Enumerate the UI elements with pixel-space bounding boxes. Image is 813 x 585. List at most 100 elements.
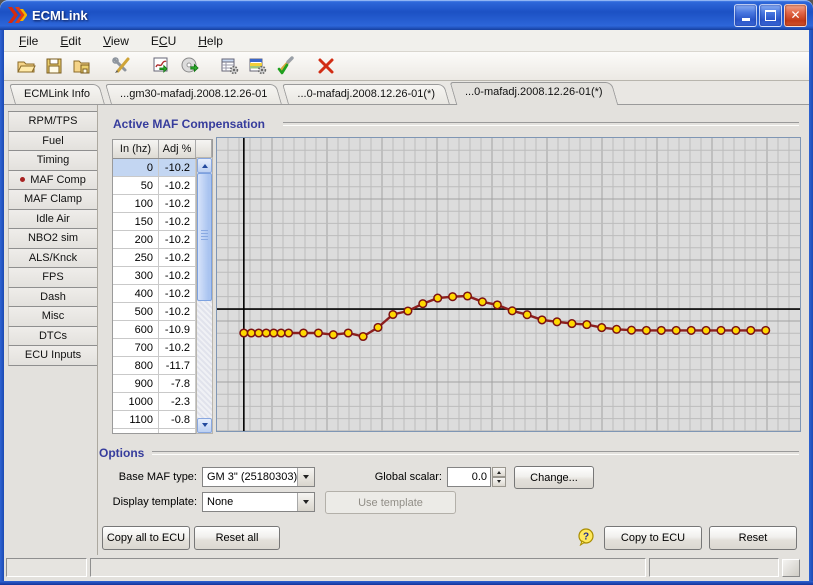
cell-in-hz[interactable]: 300 — [113, 267, 159, 284]
cell-adj[interactable]: -10.2 — [159, 231, 196, 248]
scroll-up-button[interactable] — [197, 158, 212, 173]
menu-view[interactable]: View — [92, 32, 140, 50]
sidebar-item-dash[interactable]: Dash — [8, 288, 97, 308]
base-maf-type-select[interactable]: GM 3" (25180303) — [202, 467, 315, 487]
base-maf-dropdown-button[interactable] — [297, 468, 314, 486]
cell-adj[interactable]: -0.8 — [159, 411, 196, 428]
spinner-up-button[interactable] — [492, 467, 506, 477]
cell-adj[interactable]: -7.8 — [159, 375, 196, 392]
cell-in-hz[interactable]: 600 — [113, 321, 159, 338]
cell-adj[interactable]: -10.2 — [159, 267, 196, 284]
menu-file[interactable]: File — [8, 32, 49, 50]
cell-adj[interactable]: -10.2 — [159, 177, 196, 194]
chevron-down-icon — [303, 475, 309, 482]
cell-in-hz[interactable]: 250 — [113, 249, 159, 266]
document-tab-2[interactable]: ...gm30-mafadj.2008.12.26-01 — [108, 84, 279, 104]
arrow-down-icon — [202, 423, 208, 430]
cell-adj[interactable]: -10.2 — [159, 285, 196, 302]
sidebar-item-nbo2-sim[interactable]: NBO2 sim — [8, 229, 97, 249]
cell-in-hz[interactable]: 400 — [113, 285, 159, 302]
save-file-icon[interactable] — [42, 54, 66, 78]
cell-adj[interactable]: -10.2 — [159, 249, 196, 266]
sidebar-item-timing[interactable]: Timing — [8, 151, 97, 171]
sidebar-item-rpm-tps[interactable]: RPM/TPS — [8, 112, 97, 132]
sidebar-item-label: ECU Inputs — [25, 349, 81, 361]
menu-edit[interactable]: Edit — [49, 32, 92, 50]
export-chart-icon[interactable] — [150, 54, 174, 78]
menu-ecu[interactable]: ECU — [140, 32, 187, 50]
spinner-down-button[interactable] — [492, 477, 506, 487]
sidebar-item-fuel[interactable]: Fuel — [8, 132, 97, 152]
resize-grip[interactable] — [782, 559, 800, 577]
cell-in-hz[interactable]: 100 — [113, 195, 159, 212]
maximize-icon — [765, 10, 776, 21]
global-scalar-input[interactable]: 0.0 — [447, 467, 491, 487]
cell-adj[interactable]: -10.9 — [159, 321, 196, 338]
title-bar: ECMLink ✕ — [0, 0, 813, 30]
save-all-icon[interactable] — [70, 54, 94, 78]
sidebar-item-maf-comp[interactable]: MAF Comp — [8, 171, 97, 191]
document-tab-3[interactable]: ...0-mafadj.2008.12.26-01(*) — [285, 84, 447, 104]
tab-label: ECMLink Info — [12, 84, 102, 104]
sidebar-item-label: Fuel — [42, 135, 63, 147]
sidebar-item-ecu-inputs[interactable]: ECU Inputs — [8, 346, 97, 366]
cell-in-hz[interactable]: 0 — [113, 159, 159, 176]
close-button[interactable]: ✕ — [784, 4, 807, 27]
sidebar-item-als-knck[interactable]: ALS/Knck — [8, 249, 97, 269]
document-tab-4[interactable]: ...0-mafadj.2008.12.26-01(*) — [453, 82, 615, 105]
open-file-icon[interactable] — [14, 54, 38, 78]
document-tab-1[interactable]: ECMLink Info — [12, 84, 102, 104]
cell-in-hz[interactable]: 1000 — [113, 393, 159, 410]
col-header-in-hz: In (hz) — [113, 140, 159, 158]
use-template-button[interactable]: Use template — [325, 491, 456, 514]
sidebar-item-idle-air[interactable]: Idle Air — [8, 210, 97, 230]
cell-adj[interactable]: -10.2 — [159, 213, 196, 230]
table-scrollbar[interactable] — [196, 157, 213, 434]
disconnect-icon[interactable] — [314, 54, 338, 78]
display-template-select[interactable]: None — [202, 492, 315, 512]
cell-adj[interactable]: -10.2 — [159, 195, 196, 212]
svg-text:?: ? — [583, 532, 589, 543]
minimize-button[interactable] — [734, 4, 757, 27]
cell-in-hz[interactable]: 200 — [113, 231, 159, 248]
cell-adj[interactable]: -11.7 — [159, 357, 196, 374]
sidebar-item-label: Misc — [42, 310, 65, 322]
window-title: ECMLink — [32, 8, 734, 23]
help-icon[interactable]: ? — [577, 528, 595, 546]
copy-all-to-ecu-button[interactable]: Copy all to ECU — [102, 526, 190, 550]
display-settings-icon[interactable] — [246, 54, 270, 78]
cell-adj[interactable]: 2.3 — [159, 429, 196, 434]
cell-in-hz[interactable]: 900 — [113, 375, 159, 392]
sidebar-item-maf-clamp[interactable]: MAF Clamp — [8, 190, 97, 210]
maf-compensation-chart[interactable] — [216, 137, 801, 432]
cell-in-hz[interactable]: 500 — [113, 303, 159, 320]
sidebar-item-fps[interactable]: FPS — [8, 268, 97, 288]
cell-adj[interactable]: -2.3 — [159, 393, 196, 410]
cell-adj[interactable]: -10.2 — [159, 339, 196, 356]
apply-settings-icon[interactable] — [274, 54, 298, 78]
cell-in-hz[interactable]: 50 — [113, 177, 159, 194]
tools-icon[interactable] — [110, 54, 134, 78]
cell-adj[interactable]: -10.2 — [159, 159, 196, 176]
minimize-icon — [742, 18, 750, 21]
cell-in-hz[interactable]: 1200 — [113, 429, 159, 434]
window-border-right — [809, 30, 813, 581]
log-settings-icon[interactable] — [218, 54, 242, 78]
cell-in-hz[interactable]: 1100 — [113, 411, 159, 428]
maximize-button[interactable] — [759, 4, 782, 27]
display-template-dropdown-button[interactable] — [297, 493, 314, 511]
copy-to-ecu-button[interactable]: Copy to ECU — [604, 526, 702, 550]
cell-in-hz[interactable]: 150 — [113, 213, 159, 230]
change-button[interactable]: Change... — [514, 466, 594, 489]
menu-help[interactable]: Help — [187, 32, 234, 50]
cell-in-hz[interactable]: 700 — [113, 339, 159, 356]
cell-adj[interactable]: -10.2 — [159, 303, 196, 320]
scrollbar-thumb[interactable] — [197, 173, 212, 301]
sidebar-item-dtcs[interactable]: DTCs — [8, 327, 97, 347]
reset-button[interactable]: Reset — [709, 526, 797, 550]
cell-in-hz[interactable]: 800 — [113, 357, 159, 374]
reset-all-button[interactable]: Reset all — [194, 526, 280, 550]
sidebar-item-misc[interactable]: Misc — [8, 307, 97, 327]
write-disc-icon[interactable] — [178, 54, 202, 78]
scroll-down-button[interactable] — [197, 418, 212, 433]
